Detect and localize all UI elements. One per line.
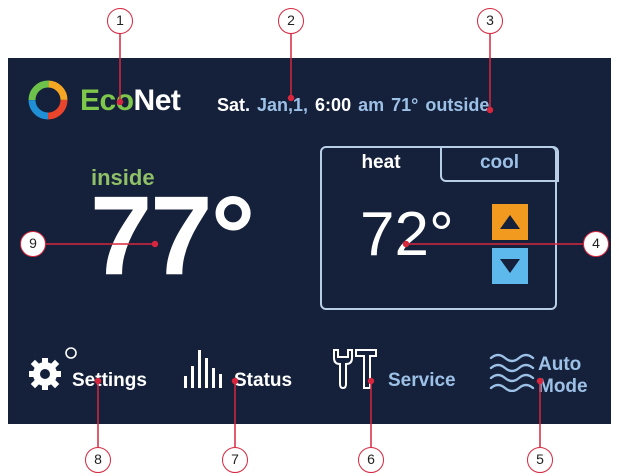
mode-label: Mode bbox=[538, 376, 588, 397]
outside-label: outside bbox=[425, 95, 490, 115]
service-label: Service bbox=[388, 370, 456, 391]
arrow-down-icon bbox=[500, 259, 520, 273]
setpoint-panel: heat cool 72° bbox=[320, 146, 559, 310]
auto-mode-button[interactable]: Auto Mode bbox=[488, 344, 603, 397]
status-line: Sat. Jan,1, 6:00 am 71° outside bbox=[217, 95, 496, 116]
inside-temperature: 77° bbox=[90, 173, 255, 298]
tab-cool[interactable]: cool bbox=[440, 146, 559, 182]
outside-temp: 71° bbox=[391, 95, 419, 115]
brand-net: Net bbox=[133, 84, 181, 117]
status-bars-icon bbox=[184, 350, 222, 388]
settings-button[interactable]: Settings bbox=[28, 344, 168, 394]
callout-1: 1 bbox=[107, 8, 133, 34]
status-button[interactable]: Status bbox=[182, 344, 307, 394]
ampm-label: am bbox=[358, 95, 385, 115]
temp-down-button[interactable] bbox=[492, 248, 528, 284]
callout-3: 3 bbox=[477, 8, 503, 34]
econet-logo-icon bbox=[28, 80, 68, 120]
temp-up-button[interactable] bbox=[492, 204, 528, 240]
callout-5: 5 bbox=[527, 447, 553, 473]
callout-6: 6 bbox=[358, 447, 384, 473]
callout-8: 8 bbox=[85, 447, 111, 473]
callout-2: 2 bbox=[278, 8, 304, 34]
day-label: Sat. bbox=[217, 95, 251, 115]
arrow-up-icon bbox=[500, 215, 520, 229]
callout-9: 9 bbox=[20, 231, 46, 257]
tab-heat[interactable]: heat bbox=[322, 148, 440, 180]
service-button[interactable]: Service bbox=[330, 344, 470, 394]
callout-4: 4 bbox=[583, 231, 609, 257]
wind-waves-icon bbox=[489, 353, 535, 392]
setpoint-temperature: 72° bbox=[360, 200, 454, 269]
auto-label: Auto bbox=[538, 354, 582, 375]
date-label: Jan,1, bbox=[257, 95, 309, 115]
brand-eco: Eco bbox=[80, 84, 134, 117]
settings-label: Settings bbox=[72, 370, 147, 391]
brand-name: EcoNet bbox=[80, 84, 181, 118]
time-label: 6:00 bbox=[315, 95, 352, 115]
tools-icon bbox=[333, 349, 377, 390]
callout-7: 7 bbox=[222, 447, 248, 473]
status-label: Status bbox=[234, 370, 293, 391]
